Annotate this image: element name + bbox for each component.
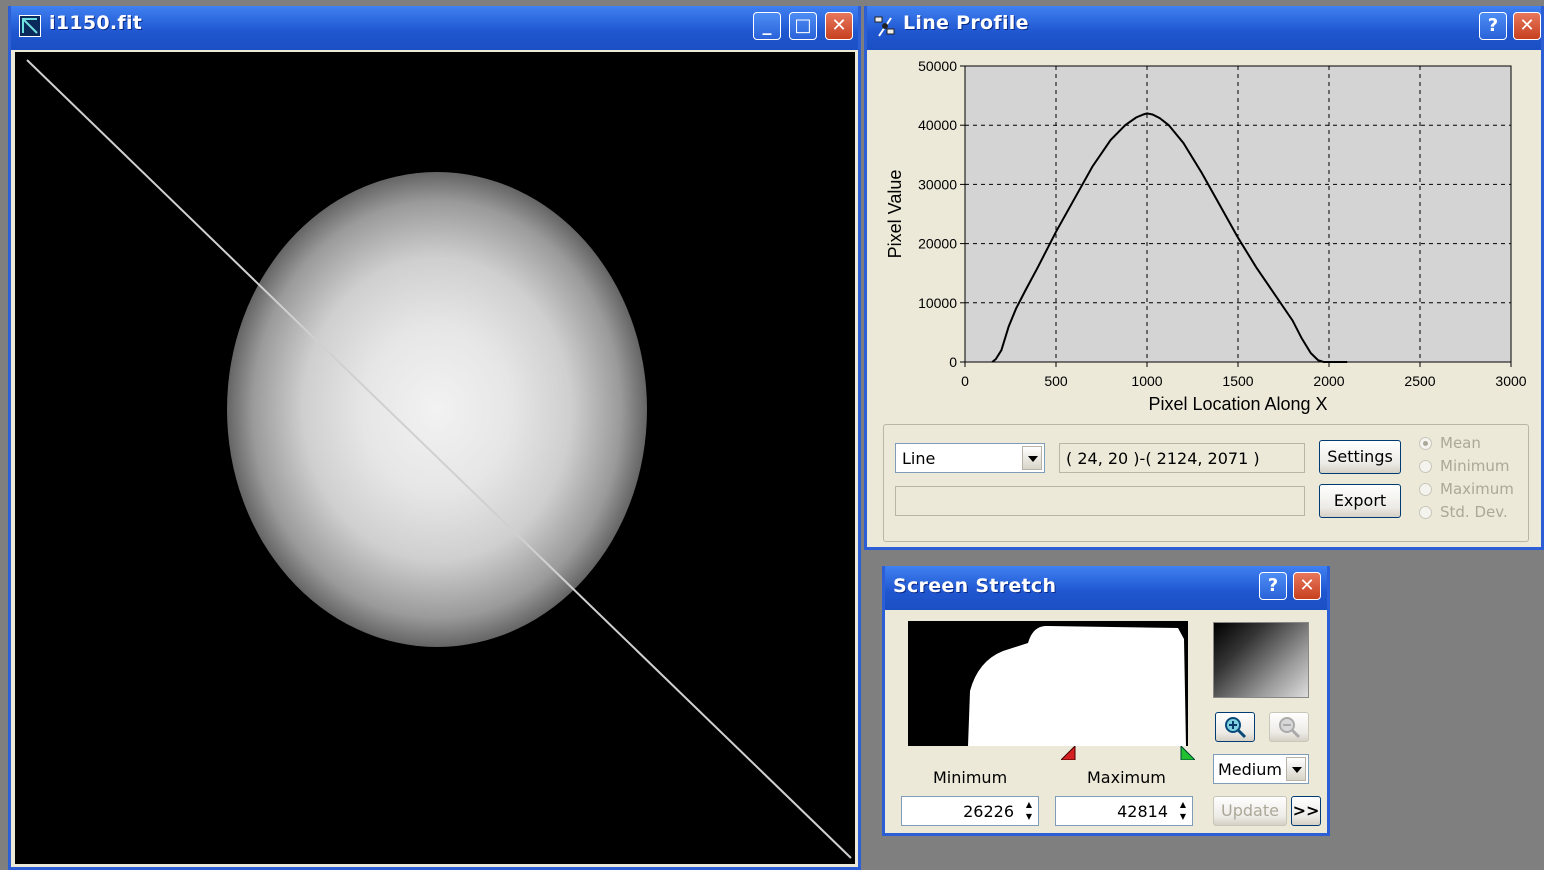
radio-dot bbox=[1419, 436, 1432, 450]
radio-mean[interactable]: Mean bbox=[1419, 434, 1481, 452]
more-button[interactable]: >> bbox=[1291, 796, 1321, 826]
x-tick-label: 2000 bbox=[1313, 373, 1344, 389]
x-tick-label: 1000 bbox=[1131, 373, 1162, 389]
quality-value: Medium bbox=[1218, 760, 1282, 779]
x-axis-label: Pixel Location Along X bbox=[1148, 394, 1327, 414]
close-button[interactable]: ✕ bbox=[825, 12, 853, 40]
maximum-input[interactable]: 42814 ▲ ▼ bbox=[1055, 796, 1193, 826]
radio-label: Mean bbox=[1440, 434, 1481, 452]
screen-stretch-window: Screen Stretch ? ✕ Minimum Maximum 26226… bbox=[882, 566, 1330, 836]
y-tick-label: 30000 bbox=[918, 176, 957, 192]
histogram-plot bbox=[968, 625, 1186, 746]
profile-line[interactable] bbox=[15, 52, 855, 864]
x-tick-label: 0 bbox=[961, 373, 969, 389]
minimum-value: 26226 bbox=[963, 802, 1014, 821]
close-button[interactable]: ✕ bbox=[1293, 572, 1321, 600]
y-tick-label: 50000 bbox=[918, 58, 957, 74]
radio-minimum[interactable]: Minimum bbox=[1419, 457, 1510, 475]
spinner-icon[interactable]: ▲ ▼ bbox=[1176, 799, 1190, 823]
radio-dot bbox=[1419, 459, 1432, 473]
radio-label: Maximum bbox=[1440, 480, 1514, 498]
mode-value: Line bbox=[902, 449, 936, 468]
minimum-label: Minimum bbox=[933, 768, 1008, 787]
status-field bbox=[895, 486, 1305, 516]
mode-dropdown[interactable]: Line bbox=[895, 443, 1045, 473]
maximize-button[interactable]: □ bbox=[789, 12, 817, 40]
image-canvas[interactable] bbox=[15, 52, 855, 864]
y-axis-label: Pixel Value bbox=[885, 170, 905, 259]
update-button[interactable]: Update bbox=[1213, 796, 1287, 826]
image-window-titlebar[interactable]: i1150.fit _ □ ✕ bbox=[11, 6, 858, 50]
min-marker-icon[interactable] bbox=[1061, 746, 1077, 760]
radio-label: Minimum bbox=[1440, 457, 1510, 475]
image-window-title: i1150.fit bbox=[49, 12, 143, 34]
chevron-down-icon[interactable] bbox=[1286, 757, 1306, 781]
quality-dropdown[interactable]: Medium bbox=[1213, 754, 1309, 784]
line-profile-chart: 0 500 1000 1500 2000 2500 30000100002000030000… bbox=[885, 58, 1527, 414]
coords-text: ( 24, 20 )-( 2124, 2071 ) bbox=[1066, 449, 1260, 468]
gradient-preview bbox=[1213, 622, 1309, 698]
maximum-value: 42814 bbox=[1117, 802, 1168, 821]
zoom-in-icon bbox=[1225, 717, 1247, 739]
x-tick-label: 3000 bbox=[1495, 373, 1526, 389]
radio-label: Std. Dev. bbox=[1440, 503, 1508, 521]
max-marker-icon[interactable] bbox=[1179, 746, 1195, 760]
zoom-in-button[interactable] bbox=[1215, 712, 1255, 742]
spinner-icon[interactable]: ▲ ▼ bbox=[1022, 799, 1036, 823]
y-tick-label: 40000 bbox=[918, 117, 957, 133]
x-tick-label: 2500 bbox=[1404, 373, 1435, 389]
histogram[interactable] bbox=[908, 621, 1188, 746]
coords-field: ( 24, 20 )-( 2124, 2071 ) bbox=[1059, 443, 1305, 473]
fits-file-icon bbox=[19, 15, 41, 37]
y-tick-label: 0 bbox=[949, 354, 957, 370]
help-button[interactable]: ? bbox=[1479, 12, 1507, 40]
close-button[interactable]: ✕ bbox=[1513, 12, 1541, 40]
y-tick-label: 10000 bbox=[918, 295, 957, 311]
x-tick-label: 1500 bbox=[1222, 373, 1253, 389]
radio-maximum[interactable]: Maximum bbox=[1419, 480, 1514, 498]
y-tick-label: 20000 bbox=[918, 236, 957, 252]
radio-std-dev[interactable]: Std. Dev. bbox=[1419, 503, 1508, 521]
line-profile-title: Line Profile bbox=[903, 12, 1029, 34]
chevron-down-icon[interactable] bbox=[1022, 446, 1042, 470]
image-window: i1150.fit _ □ ✕ bbox=[8, 6, 861, 870]
minimum-input[interactable]: 26226 ▲ ▼ bbox=[901, 796, 1039, 826]
maximum-label: Maximum bbox=[1087, 768, 1166, 787]
x-tick-label: 500 bbox=[1044, 373, 1068, 389]
line-profile-window: Line Profile ? ✕ 0 500 1000 1500 2000 2500 300… bbox=[864, 6, 1544, 550]
export-button[interactable]: Export bbox=[1319, 484, 1401, 518]
radio-dot bbox=[1419, 482, 1432, 496]
screen-stretch-title: Screen Stretch bbox=[893, 575, 1057, 597]
line-profile-titlebar[interactable]: Line Profile ? ✕ bbox=[867, 6, 1541, 50]
zoom-out-icon bbox=[1279, 717, 1301, 739]
settings-button[interactable]: Settings bbox=[1319, 440, 1401, 474]
help-button[interactable]: ? bbox=[1259, 572, 1287, 600]
screen-stretch-titlebar[interactable]: Screen Stretch ? ✕ bbox=[885, 566, 1327, 610]
zoom-out-button[interactable] bbox=[1269, 712, 1309, 742]
satellite-icon bbox=[873, 14, 897, 40]
radio-dot bbox=[1419, 505, 1432, 519]
minimize-button[interactable]: _ bbox=[753, 12, 781, 40]
